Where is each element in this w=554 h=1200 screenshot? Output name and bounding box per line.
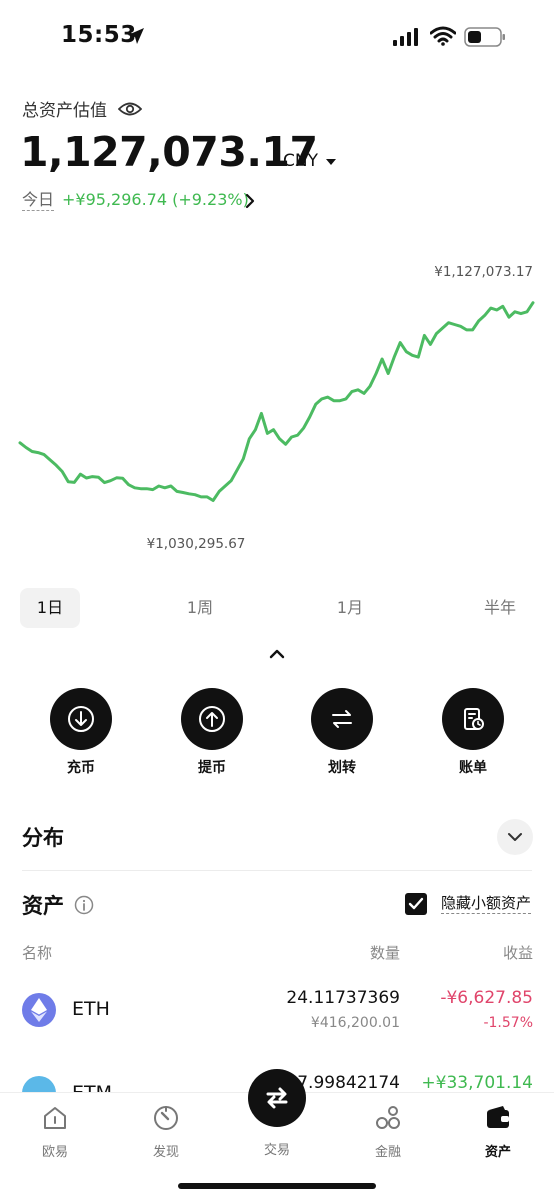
range-tab-6m[interactable]: 半年 [470, 588, 530, 628]
eth-logo-icon [22, 993, 56, 1027]
chart-series-line [18, 301, 535, 502]
range-tab-1w[interactable]: 1周 [170, 588, 230, 628]
hide-small-assets-label[interactable]: 隐藏小额资产 [441, 893, 532, 914]
range-tab-1m[interactable]: 1月 [320, 588, 380, 628]
status-bar: 15:53 [0, 0, 554, 74]
withdraw-icon[interactable] [181, 688, 243, 750]
today-label: 今日 [22, 190, 55, 211]
range-tab-1d[interactable]: 1日 [20, 588, 80, 628]
assets-title: 资产 [22, 894, 64, 918]
nav-item-finance[interactable]: 金融 [353, 1103, 423, 1160]
info-icon[interactable] [74, 895, 94, 915]
asset-pnl-percent: -1.57% [483, 1015, 533, 1031]
battery-icon [464, 27, 505, 47]
nav-label-trade[interactable]: 交易 [247, 1139, 307, 1158]
nav-label-home: 欧易 [41, 1145, 68, 1160]
bill-icon[interactable] [442, 688, 504, 750]
total-assets-value: 1,127,073.17 [20, 128, 318, 176]
nav-label-assets: 资产 [484, 1145, 511, 1160]
asset-value: ¥416,200.01 [310, 1015, 400, 1031]
chevron-up-icon[interactable] [268, 648, 286, 660]
bottom-navigation: 欧易 发现 交易 金融 资产 [0, 1069, 554, 1200]
finance-icon [376, 1106, 400, 1129]
location-arrow-icon [128, 28, 144, 44]
asset-chart[interactable]: ¥1,127,073.17 ¥1,030,295.67 [0, 250, 554, 570]
nav-item-home[interactable]: 欧易 [20, 1103, 90, 1160]
home-indicator [178, 1183, 376, 1189]
caret-down-icon[interactable] [326, 159, 336, 166]
column-header-pnl: 收益 [502, 944, 533, 962]
asset-pnl: +¥33,701.14 [421, 1073, 533, 1093]
eye-icon[interactable] [118, 100, 142, 118]
cellular-signal-icon [393, 28, 418, 46]
today-change[interactable]: +¥95,296.74 (+9.23%) [62, 190, 249, 210]
nav-label-discover: 发现 [152, 1145, 179, 1160]
nav-label-finance: 金融 [374, 1145, 401, 1160]
wallet-icon [487, 1106, 509, 1128]
trade-icon [266, 1087, 288, 1109]
nav-item-assets[interactable]: 资产 [463, 1103, 533, 1160]
distribution-title: 分布 [22, 826, 64, 850]
deposit-label: 充币 [67, 760, 95, 776]
chart-high-label: ¥1,127,073.17 [434, 264, 533, 280]
asset-quantity: 24.11737369 [286, 988, 400, 1008]
asset-pnl: -¥6,627.85 [440, 988, 533, 1008]
bill-button[interactable]: 账单 [433, 688, 513, 777]
deposit-button[interactable]: 充币 [41, 688, 121, 777]
chart-low-label: ¥1,030,295.67 [147, 536, 246, 552]
transfer-label: 划转 [328, 760, 356, 776]
distribution-expand-button[interactable] [497, 819, 533, 855]
total-assets-label: 总资产估值 [22, 101, 107, 121]
nav-item-discover[interactable]: 发现 [131, 1103, 201, 1160]
wifi-icon [430, 26, 456, 46]
bill-label: 账单 [459, 760, 487, 776]
transfer-icon[interactable] [311, 688, 373, 750]
column-header-quantity: 数量 [369, 944, 400, 962]
hide-small-assets-checkbox[interactable] [405, 893, 427, 915]
section-divider [22, 870, 532, 871]
discover-icon [154, 1106, 178, 1130]
home-icon [44, 1107, 66, 1129]
asset-symbol: ETH [72, 998, 110, 1020]
column-header-name: 名称 [22, 944, 53, 962]
chevron-down-icon[interactable] [507, 832, 523, 842]
checkmark-icon [408, 897, 424, 910]
currency-selector[interactable]: CNY [283, 151, 318, 171]
withdraw-label: 提币 [198, 760, 226, 776]
deposit-icon[interactable] [50, 688, 112, 750]
chevron-right-icon[interactable] [244, 193, 256, 209]
withdraw-button[interactable]: 提币 [172, 688, 252, 777]
trade-button[interactable] [248, 1069, 306, 1127]
transfer-button[interactable]: 划转 [302, 688, 382, 777]
